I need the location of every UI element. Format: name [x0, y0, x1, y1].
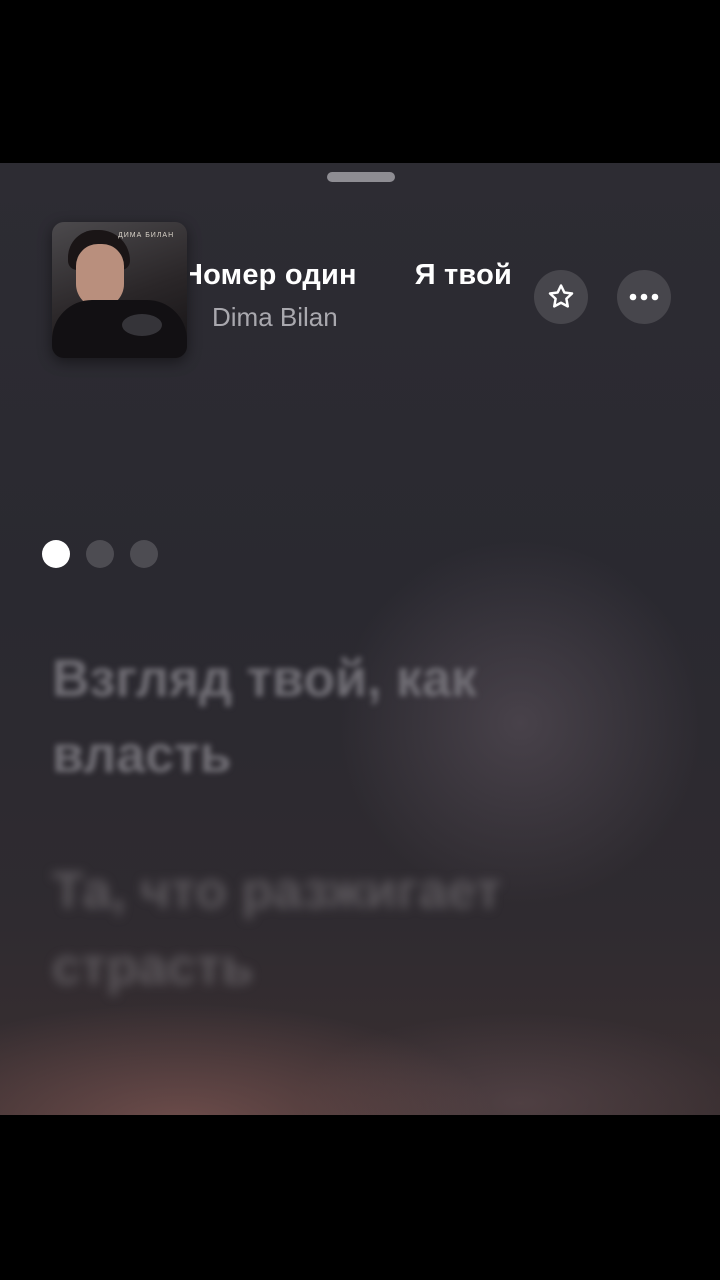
page-dot-active[interactable] [42, 540, 70, 568]
album-art[interactable]: ДИМА БИЛАН [52, 222, 187, 358]
album-brand-text: ДИМА БИЛАН [118, 232, 175, 239]
artist-name[interactable]: Dima Bilan [212, 302, 338, 333]
sheet-grabber-handle[interactable] [327, 172, 395, 182]
lyric-line[interactable]: Взгляд твой, как власть [52, 641, 652, 793]
track-title-marquee[interactable]: Номер один Я твой [190, 259, 525, 295]
track-title-next: Я твой [414, 259, 513, 291]
star-outline-icon [548, 284, 574, 308]
page-indicator[interactable] [42, 540, 158, 568]
ellipsis-icon [629, 293, 659, 301]
now-playing-sheet: ДИМА БИЛАН Номер один Я твой Dima Bilan В… [0, 163, 720, 1115]
more-options-button[interactable] [617, 270, 671, 324]
page-dot[interactable] [130, 540, 158, 568]
lyric-line[interactable]: Та, что разжигает страсть [52, 853, 652, 1005]
track-title: Номер один [190, 259, 357, 291]
favorite-button[interactable] [534, 270, 588, 324]
page-dot[interactable] [86, 540, 114, 568]
